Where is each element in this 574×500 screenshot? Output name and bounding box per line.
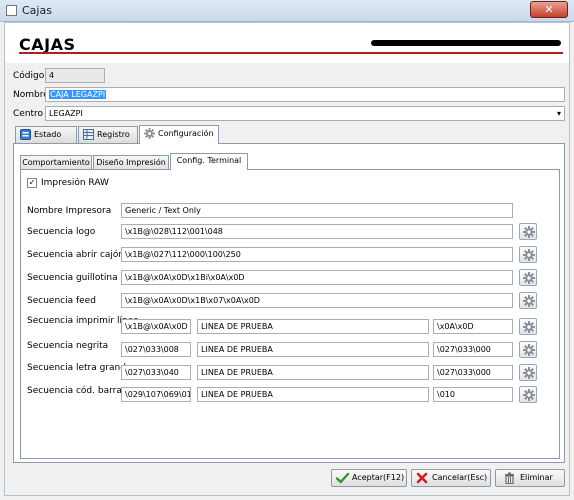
- delete-label: Eliminar: [520, 473, 553, 482]
- seq-feed-config-button[interactable]: [519, 292, 537, 309]
- cancel-icon: [416, 472, 428, 484]
- cancel-label: Cancelar(Esc): [432, 473, 488, 482]
- configuracion-panel: Comportamiento Diseño Impresión Config. …: [13, 143, 565, 463]
- dialog-body: CAJAS Código 4 Nombre CAJA LEGAZPI Centr…: [4, 22, 570, 496]
- seq-cajon-field[interactable]: \x1B@\027\112\000\100\250: [121, 247, 513, 262]
- printer-label: Nombre Impresora: [27, 206, 112, 216]
- tab-registro[interactable]: Registro: [78, 126, 138, 143]
- seq-barras-label: Secuencia cód. barras: [27, 386, 127, 396]
- seq-logo-config-button[interactable]: [519, 223, 537, 240]
- seq-linea-suffix-field[interactable]: \x0A\x0D: [433, 319, 513, 334]
- tab-configuracion-label: Configuración: [158, 129, 214, 138]
- registro-icon: [83, 129, 94, 140]
- tab-registro-label: Registro: [97, 130, 130, 139]
- seq-negrita-label: Secuencia negrita: [27, 341, 109, 351]
- seq-linea-config-button[interactable]: [519, 318, 537, 335]
- tab-configuracion[interactable]: Configuración: [139, 125, 219, 144]
- seq-barras-config-button[interactable]: [519, 386, 537, 403]
- codigo-label: Código: [13, 71, 45, 81]
- centro-select[interactable]: LEGAZPI ▾: [45, 106, 565, 121]
- seq-feed-field[interactable]: \x1B@\x0A\x0D\x1B\x07\x0A\x0D: [121, 293, 513, 308]
- nombre-value: CAJA LEGAZPI: [49, 90, 107, 99]
- seq-negrita-prefix-field[interactable]: \027\033\008: [121, 342, 191, 357]
- seq-grande-prefix-field[interactable]: \027\033\040: [121, 365, 191, 380]
- subtab-comportamiento[interactable]: Comportamiento: [20, 155, 92, 170]
- seq-grande-label: Secuencia letra grande: [27, 363, 132, 373]
- seq-barras-suffix-field[interactable]: \010: [433, 387, 513, 402]
- centro-value: LEGAZPI: [49, 109, 83, 118]
- accept-button[interactable]: Aceptar(F12): [331, 469, 407, 487]
- gear-icon: [523, 344, 535, 356]
- app-icon: [6, 5, 17, 16]
- gear-icon: [523, 295, 535, 307]
- seq-cajon-config-button[interactable]: [519, 246, 537, 263]
- cancel-button[interactable]: Cancelar(Esc): [411, 469, 491, 487]
- estado-icon: [20, 129, 31, 140]
- seq-negrita-suffix-field[interactable]: \027\033\000: [433, 342, 513, 357]
- nombre-label: Nombre: [13, 90, 49, 100]
- trash-icon: [505, 472, 514, 484]
- gear-icon: [523, 272, 535, 284]
- window-titlebar: Cajas ✕: [0, 0, 574, 22]
- seq-grande-config-button[interactable]: [519, 364, 537, 381]
- subtab-diseno-impresion[interactable]: Diseño Impresión: [93, 155, 169, 170]
- gear-icon: [144, 128, 155, 139]
- gear-icon: [523, 367, 535, 379]
- seq-cajon-label: Secuencia abrir cajón: [27, 250, 125, 260]
- accept-label: Aceptar(F12): [352, 473, 405, 482]
- seq-grande-text-field[interactable]: LINEA DE PRUEBA: [197, 365, 429, 380]
- seq-feed-label: Secuencia feed: [27, 296, 96, 306]
- gear-icon: [523, 249, 535, 261]
- nombre-field[interactable]: CAJA LEGAZPI: [45, 87, 565, 102]
- header-divider: [19, 52, 563, 54]
- seq-logo-label: Secuencia logo: [27, 227, 96, 237]
- centro-label: Centro: [13, 109, 44, 119]
- subtab-config-terminal[interactable]: Config. Terminal: [170, 153, 248, 170]
- gear-icon: [523, 389, 535, 401]
- seq-negrita-config-button[interactable]: [519, 341, 537, 358]
- tab-estado[interactable]: Estado: [15, 126, 77, 143]
- seq-linea-prefix-field[interactable]: \x1B@\x0A\x0D: [121, 319, 191, 334]
- tab-estado-label: Estado: [34, 130, 62, 139]
- redacted-mark: [371, 40, 561, 46]
- codigo-field[interactable]: 4: [45, 68, 105, 83]
- raw-checkbox[interactable]: ✓: [27, 178, 37, 188]
- delete-button[interactable]: Eliminar: [495, 469, 565, 487]
- gear-icon: [523, 226, 535, 238]
- close-button[interactable]: ✕: [530, 1, 568, 18]
- config-terminal-panel: ✓ Impresión RAW Nombre Impresora Generic…: [20, 169, 560, 459]
- header-band: CAJAS: [5, 23, 569, 63]
- gear-icon: [523, 321, 535, 333]
- seq-linea-text-field[interactable]: LINEA DE PRUEBA: [197, 319, 429, 334]
- chevron-down-icon: ▾: [556, 109, 561, 118]
- printer-field[interactable]: Generic / Text Only: [121, 203, 513, 218]
- seq-negrita-text-field[interactable]: LINEA DE PRUEBA: [197, 342, 429, 357]
- seq-guillotina-field[interactable]: \x1B@\x0A\x0D\x1Bi\x0A\x0D: [121, 270, 513, 285]
- seq-grande-suffix-field[interactable]: \027\033\000: [433, 365, 513, 380]
- window-title: Cajas: [22, 4, 52, 17]
- raw-label: Impresión RAW: [41, 178, 109, 188]
- seq-guillotina-label: Secuencia guillotina: [27, 273, 118, 283]
- check-icon: [336, 472, 349, 484]
- seq-guillotina-config-button[interactable]: [519, 269, 537, 286]
- seq-barras-text-field[interactable]: LINEA DE PRUEBA: [197, 387, 429, 402]
- seq-barras-prefix-field[interactable]: \029\107\069\010: [121, 387, 191, 402]
- seq-logo-field[interactable]: \x1B@\028\112\001\048: [121, 224, 513, 239]
